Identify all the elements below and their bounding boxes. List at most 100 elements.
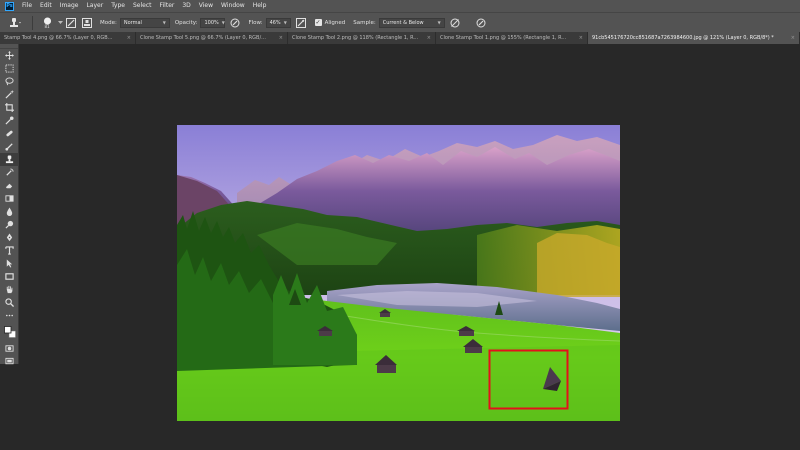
flow-label: Flow:	[248, 19, 263, 26]
clone-source-icon	[82, 17, 92, 28]
hand-tool[interactable]	[0, 283, 19, 296]
sample-dropdown[interactable]: Current & Below ▼	[378, 17, 445, 28]
chevron-down-icon: ▼	[221, 19, 225, 25]
path-select-icon	[6, 259, 13, 268]
mode-label: Mode:	[100, 19, 117, 26]
blur-icon	[6, 207, 13, 216]
tab-label: Stamp Tool 4.png @ 66.7% (Layer 0, RGB..…	[4, 35, 113, 41]
aligned-checkbox[interactable]: ✓	[314, 19, 322, 26]
document-tab[interactable]: Clone Stamp Tool 5.png @ 66.7% (Layer 0,…	[136, 32, 288, 44]
clone-stamp-icon	[10, 17, 21, 27]
lasso-tool[interactable]	[0, 75, 19, 88]
tool-preset-picker[interactable]	[6, 17, 26, 29]
brush-panel-icon	[66, 17, 76, 28]
close-icon[interactable]: ×	[279, 32, 283, 44]
ignore-adjustment-layers-button[interactable]	[449, 17, 461, 29]
chevron-down-icon: ▼	[162, 19, 166, 25]
pen-icon	[6, 233, 13, 242]
screen-mode-button[interactable]	[0, 355, 19, 368]
gradient-tool[interactable]	[0, 192, 19, 205]
magic-wand-icon	[5, 90, 14, 99]
sample-label: Sample:	[353, 19, 376, 26]
pressure-size-button[interactable]	[475, 17, 487, 29]
hand-icon	[6, 285, 13, 294]
tab-label: Clone Stamp Tool 2.png @ 118% (Rectangle…	[292, 35, 419, 41]
menu-layer[interactable]: Layer	[82, 0, 107, 12]
marquee-icon	[5, 64, 14, 73]
pressure-icon	[230, 18, 240, 27]
photoshop-window: Ps File Edit Image Layer Type Select Fil…	[0, 0, 800, 450]
close-icon[interactable]: ×	[791, 32, 795, 44]
brush-settings-panel-button[interactable]	[65, 17, 77, 29]
mode-dropdown[interactable]: Normal ▼	[119, 17, 170, 28]
menu-select[interactable]: Select	[129, 0, 156, 12]
menu-bar: Ps File Edit Image Layer Type Select Fil…	[0, 0, 800, 12]
ignore-adjustments-icon	[450, 18, 460, 27]
menu-image[interactable]: Image	[56, 0, 83, 12]
menu-help[interactable]: Help	[249, 0, 271, 12]
options-bar: 81 Mode: Normal ▼ Opacity: 100% ▼ Flow: …	[0, 12, 800, 32]
brush-icon	[5, 143, 13, 151]
history-brush-tool[interactable]	[0, 166, 19, 179]
menu-file[interactable]: File	[18, 0, 36, 12]
opacity-label: Opacity:	[174, 19, 198, 26]
edit-toolbar-button[interactable]	[0, 309, 19, 322]
close-icon[interactable]: ×	[127, 32, 131, 44]
zoom-icon	[5, 298, 14, 307]
brush-size: 81	[44, 23, 50, 29]
color-swatches[interactable]	[0, 322, 19, 342]
brush-preset-picker[interactable]: 81	[39, 16, 55, 29]
move-tool[interactable]	[0, 49, 19, 62]
rectangle-tool[interactable]	[0, 270, 19, 283]
mode-value: Normal	[123, 19, 142, 26]
dodge-tool[interactable]	[0, 218, 19, 231]
clone-source-panel-button[interactable]	[81, 17, 93, 29]
clone-stamp-icon	[5, 155, 14, 164]
document-canvas[interactable]	[177, 125, 620, 421]
eyedropper-tool[interactable]	[0, 114, 19, 127]
eraser-icon	[5, 183, 13, 189]
menu-type[interactable]: Type	[107, 0, 129, 12]
airbrush-button[interactable]	[295, 17, 307, 29]
crop-tool[interactable]	[0, 101, 19, 114]
clone-stamp-tool[interactable]	[0, 153, 19, 166]
quick-mask-button[interactable]	[0, 342, 19, 355]
pressure-opacity-button[interactable]	[229, 17, 241, 29]
path-selection-tool[interactable]	[0, 257, 19, 270]
eyedropper-icon	[5, 116, 14, 125]
blur-tool[interactable]	[0, 205, 19, 218]
menu-3d[interactable]: 3D	[178, 0, 194, 12]
separator	[32, 15, 33, 30]
marquee-tool[interactable]	[0, 62, 19, 75]
type-tool[interactable]	[0, 244, 19, 257]
type-icon	[5, 246, 14, 255]
chevron-down-icon: ▼	[283, 19, 287, 25]
zoom-tool[interactable]	[0, 296, 19, 309]
opacity-value: 100%	[204, 19, 219, 26]
opacity-field[interactable]: 100% ▼	[200, 17, 226, 28]
more-icon	[5, 314, 14, 317]
brush-arrow-icon[interactable]	[57, 17, 63, 29]
magic-wand-tool[interactable]	[0, 88, 19, 101]
menu-view[interactable]: View	[195, 0, 217, 12]
pen-tool[interactable]	[0, 231, 19, 244]
document-tab[interactable]: Clone Stamp Tool 1.png @ 155% (Rectangle…	[436, 32, 588, 44]
document-tab-active[interactable]: 91cb545176720cc851687a7263984600.jpg @ 1…	[588, 32, 800, 44]
tools-panel	[0, 44, 19, 365]
menu-filter[interactable]: Filter	[156, 0, 179, 12]
document-tab[interactable]: Clone Stamp Tool 2.png @ 118% (Rectangle…	[288, 32, 436, 44]
document-tab[interactable]: Stamp Tool 4.png @ 66.7% (Layer 0, RGB..…	[0, 32, 136, 44]
close-icon[interactable]: ×	[427, 32, 431, 44]
dodge-icon	[5, 220, 14, 229]
flow-field[interactable]: 46% ▼	[265, 17, 291, 28]
menu-edit[interactable]: Edit	[36, 0, 56, 12]
brush-tool[interactable]	[0, 140, 19, 153]
healing-tool[interactable]	[0, 127, 19, 140]
eraser-tool[interactable]	[0, 179, 19, 192]
healing-icon	[6, 130, 13, 137]
tab-label: Clone Stamp Tool 5.png @ 66.7% (Layer 0,…	[140, 35, 266, 41]
close-icon[interactable]: ×	[579, 32, 583, 44]
menu-window[interactable]: Window	[217, 0, 249, 12]
photoshop-logo-icon: Ps	[5, 1, 14, 11]
rectangle-icon	[5, 273, 14, 280]
